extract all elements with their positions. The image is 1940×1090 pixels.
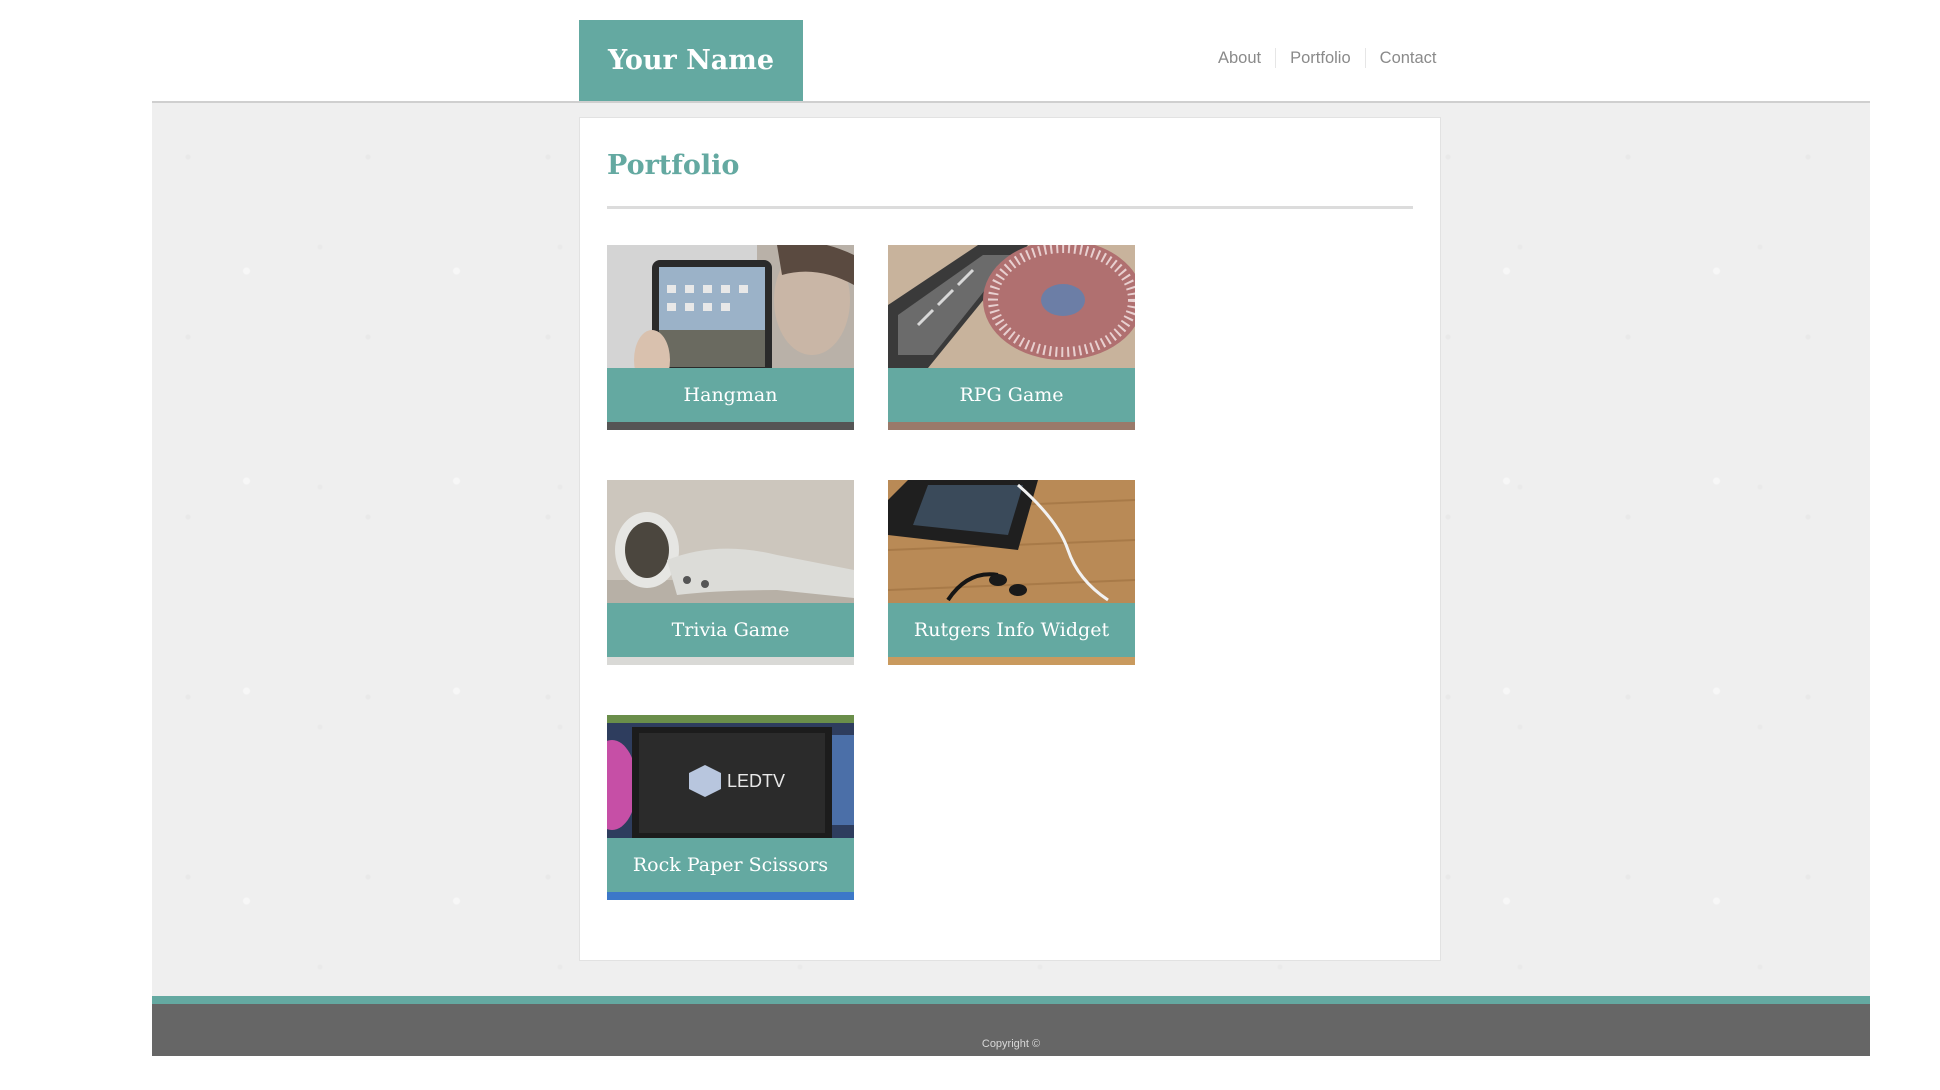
main-nav: About Portfolio Contact: [1206, 46, 1451, 70]
title-divider: [607, 206, 1413, 209]
nav-link-contact[interactable]: Contact: [1364, 48, 1451, 68]
project-title: RPG Game: [888, 368, 1135, 422]
brand-logo[interactable]: Your Name: [579, 20, 803, 101]
project-card-rutgers-info-widget[interactable]: Rutgers Info Widget: [888, 480, 1135, 665]
project-card-trivia-game[interactable]: Trivia Game: [607, 480, 854, 665]
project-title: Rutgers Info Widget: [888, 603, 1135, 657]
nav-link-about[interactable]: About: [1206, 48, 1275, 68]
portfolio-panel: Portfolio Hangman RPG Game Trivia Game R…: [579, 117, 1441, 961]
site-footer: Copyright ©: [152, 1004, 1870, 1056]
footer-accent-bar: [152, 996, 1870, 1004]
project-title: Trivia Game: [607, 603, 854, 657]
site-header: Your Name About Portfolio Contact: [0, 0, 1940, 102]
project-card-hangman[interactable]: Hangman: [607, 245, 854, 430]
tv-screen-text: LEDTV: [727, 771, 785, 791]
project-title: Rock Paper Scissors: [607, 838, 854, 892]
copyright-text: Copyright ©: [981, 1038, 1041, 1050]
project-title: Hangman: [607, 368, 854, 422]
page-title: Portfolio: [607, 150, 740, 181]
nav-link-portfolio[interactable]: Portfolio: [1275, 48, 1365, 68]
project-card-rock-paper-scissors[interactable]: LEDTV Rock Paper Scissors: [607, 715, 854, 900]
project-card-rpg-game[interactable]: RPG Game: [888, 245, 1135, 430]
